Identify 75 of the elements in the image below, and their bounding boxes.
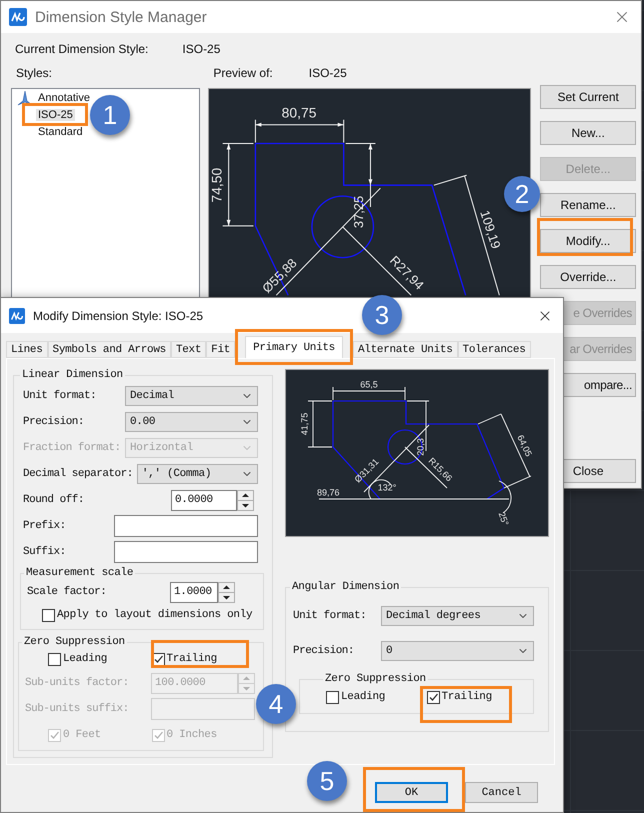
- dimension-label: 25°: [496, 510, 511, 527]
- dropdown[interactable]: Decimal: [125, 386, 258, 406]
- group-title: Zero Suppression: [23, 636, 126, 648]
- app-icon: [9, 308, 25, 324]
- tab[interactable]: Text: [170, 341, 206, 358]
- dimension-label: 41,75: [299, 412, 310, 436]
- dropdown[interactable]: ',' (Comma): [136, 464, 258, 484]
- field-label: Sub-units factor:: [25, 677, 130, 689]
- highlight-frame: [22, 103, 88, 126]
- field-label: Scale factor:: [27, 586, 107, 598]
- text-field[interactable]: [114, 541, 258, 563]
- tab[interactable]: Tolerances: [458, 341, 531, 358]
- style-item[interactable]: ISO-25: [36, 108, 75, 120]
- tab[interactable]: Fit: [206, 341, 236, 358]
- field-label: Current Dimension Style:: [15, 42, 148, 56]
- field-label: Unit format:: [293, 610, 368, 622]
- dialog-button[interactable]: New...: [540, 121, 636, 145]
- dimension-label: 74,50: [209, 168, 225, 203]
- dialog-button[interactable]: OK: [375, 782, 448, 803]
- checkbox-label[interactable]: Leading: [341, 691, 386, 703]
- stepper-icon[interactable]: [218, 582, 235, 602]
- tab[interactable]: Alternate Units: [352, 341, 458, 358]
- tab[interactable]: Symbols and Arrows: [48, 341, 171, 358]
- field-label: Unit format:: [23, 390, 98, 402]
- field-label: Sub-units suffix:: [25, 703, 130, 715]
- tab[interactable]: Primary Units: [245, 336, 343, 358]
- group-title: Linear Dimension: [21, 369, 124, 381]
- number-field[interactable]: 1.0000: [170, 582, 218, 602]
- checkbox[interactable]: [426, 690, 440, 704]
- dimension-label: 109,19: [478, 208, 504, 251]
- field-label: Precision:: [293, 645, 356, 657]
- current-style-value: ISO-25: [182, 42, 220, 56]
- preview-style-value: ISO-25: [308, 66, 347, 80]
- number-field[interactable]: 0.0000: [171, 490, 237, 510]
- dropdown[interactable]: Decimal degrees: [381, 606, 534, 626]
- dropdown[interactable]: 0.00: [125, 412, 258, 432]
- field-label: Fraction format:: [23, 442, 121, 454]
- window-title: Modify Dimension Style: ISO-25: [33, 308, 204, 322]
- checkbox-label[interactable]: Leading: [63, 653, 108, 665]
- group-title: Angular Dimension: [291, 581, 400, 593]
- dialog-button[interactable]: Cancel: [465, 782, 538, 803]
- dialog-button[interactable]: Override...: [540, 265, 636, 289]
- styles-label: Styles:: [16, 66, 52, 80]
- checkbox[interactable]: [326, 690, 339, 704]
- window-title: Dimension Style Manager: [35, 8, 207, 26]
- checkbox[interactable]: [42, 608, 55, 622]
- style-item[interactable]: Annotative: [36, 92, 92, 104]
- field-label: Precision:: [23, 416, 86, 428]
- app-icon: [9, 8, 27, 26]
- field-label: Round off:: [23, 494, 84, 506]
- checkbox-label[interactable]: Trailing: [442, 691, 492, 703]
- dialog-button[interactable]: Rename...: [540, 193, 636, 217]
- dimension-label: 64,05: [515, 433, 534, 458]
- stepper-icon[interactable]: [237, 490, 254, 510]
- dialog-button[interactable]: Modify...: [540, 229, 636, 253]
- field-label: Preview of:: [213, 66, 273, 80]
- field-label: Suffix:: [23, 546, 67, 558]
- field-label: Decimal separator:: [23, 468, 133, 480]
- dimension-label: 89,76: [317, 487, 340, 498]
- style-item[interactable]: Standard: [36, 126, 85, 138]
- dropdown[interactable]: 0: [381, 641, 534, 661]
- checkbox[interactable]: [48, 652, 61, 666]
- dimension-label: 20,3: [415, 438, 426, 456]
- dimension-label: 80,75: [282, 104, 317, 120]
- checkbox-label[interactable]: Trailing: [166, 653, 217, 665]
- group-title: Measurement scale: [25, 567, 134, 579]
- tab[interactable]: Lines: [6, 341, 48, 358]
- checkbox-label[interactable]: Apply to layout dimensions only: [57, 609, 252, 621]
- text-field[interactable]: [114, 515, 258, 537]
- field-label: Prefix:: [23, 520, 67, 532]
- dimension-label: 65,5: [360, 379, 378, 390]
- group-title: Zero Suppression: [324, 673, 427, 685]
- dimension-label: 37,25: [351, 196, 366, 228]
- dimension-label: 132°: [378, 482, 396, 492]
- dialog-button[interactable]: Set Current: [540, 85, 636, 109]
